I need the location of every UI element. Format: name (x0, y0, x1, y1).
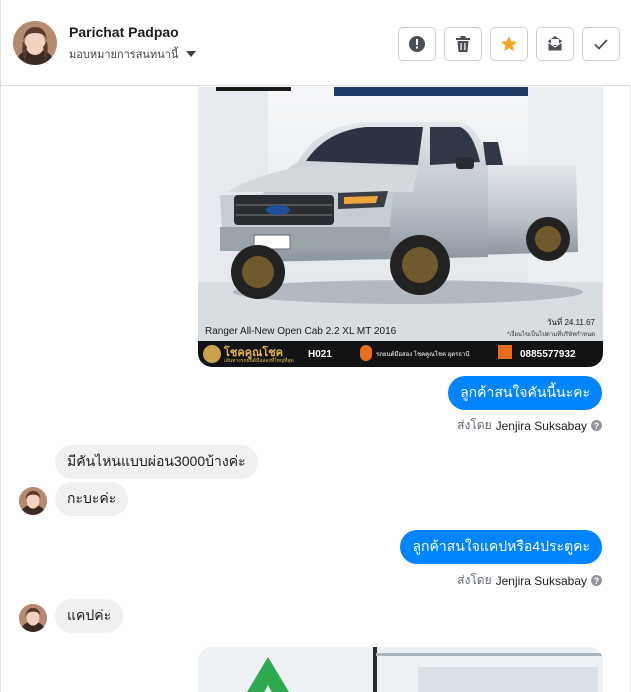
message-bubble-outgoing[interactable]: ลูกค้าสนใจแคปหรือ4ประตูคะ (400, 530, 602, 564)
message-bubble-incoming[interactable]: กะบะค่ะ (55, 482, 129, 516)
dealer-phone: 0885577932 (520, 349, 576, 360)
assign-label: มอบหมายการสนทนานี้ (69, 49, 179, 61)
sender-name: Jenjira Suksabay (495, 418, 587, 433)
sent-by-label: ส่งโดย Jenjira Suksabay ? (457, 416, 602, 435)
trash-icon (456, 36, 470, 52)
dealer-location: รถยนต์มือสอง โชคคูณโชค อุดรธานี (376, 352, 470, 358)
sent-by-label: ส่งโดย Jenjira Suksabay ? (457, 571, 602, 590)
message-bubble-incoming[interactable]: แคปค่ะ (55, 599, 124, 633)
conversation-header: Parichat Padpao มอบหมายการสนทนานี้ (1, 0, 631, 86)
mark-unread-button[interactable] (536, 27, 574, 61)
mark-unread-icon (547, 36, 563, 52)
message-bubble-incoming[interactable]: มีคันไหนแบบผ่อน3000บ้างค่ะ (55, 445, 258, 479)
car-date-text: วันที่ 24.11.67 (546, 318, 595, 327)
caret-down-icon (186, 51, 197, 57)
car-code: H021 (308, 349, 332, 360)
check-icon (594, 39, 608, 50)
delete-button[interactable] (444, 27, 482, 61)
help-icon[interactable]: ? (591, 575, 602, 586)
car-ad-image[interactable]: Ranger All-New Open Cab 2.2 XL MT 2016 ว… (198, 87, 603, 367)
avatar (19, 487, 47, 515)
car-price-note: *เงื่อนไขเป็นไปตามที่บริษัทกำหนด (507, 332, 595, 338)
message-list[interactable]: Ranger All-New Open Cab 2.2 XL MT 2016 ว… (1, 87, 631, 692)
alert-button[interactable] (398, 27, 436, 61)
done-button[interactable] (582, 27, 620, 61)
star-button[interactable] (490, 27, 528, 61)
message-bubble-outgoing[interactable]: ลูกค้าสนใจคันนี้นะคะ (448, 376, 602, 410)
alert-icon (409, 36, 425, 52)
sender-name: Jenjira Suksabay (495, 573, 587, 588)
contact-name: Parichat Padpao (69, 24, 179, 40)
star-icon (501, 36, 517, 52)
message-image[interactable] (198, 647, 603, 692)
avatar (19, 604, 47, 632)
car-model-text: Ranger All-New Open Cab 2.2 XL MT 2016 (205, 326, 397, 337)
assign-dropdown[interactable]: มอบหมายการสนทนานี้ (69, 45, 197, 63)
header-actions (398, 27, 620, 61)
avatar[interactable] (13, 21, 57, 65)
dealer-brand-sub: เส้นทางรถยนต์มือสองที่ใหญ่ที่สุด (224, 358, 294, 364)
conversation-panel: Parichat Padpao มอบหมายการสนทนานี้ Range… (0, 0, 631, 692)
sent-by-prefix: ส่งโดย (457, 573, 492, 587)
sent-by-prefix: ส่งโดย (457, 418, 492, 432)
help-icon[interactable]: ? (591, 420, 602, 431)
